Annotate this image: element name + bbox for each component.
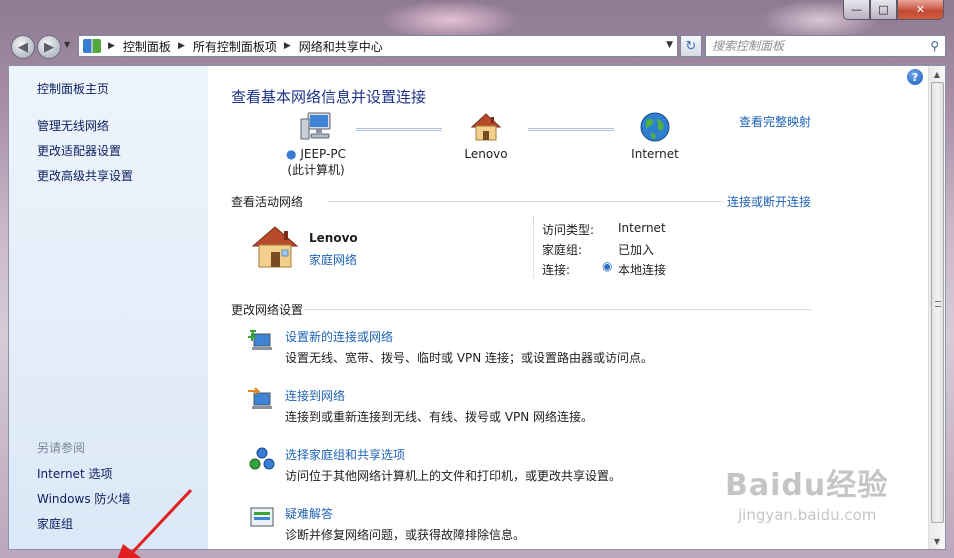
search-input[interactable] [712, 39, 912, 53]
homegroup-label: 家庭组: [542, 243, 583, 257]
minimize-button[interactable]: — [843, 0, 870, 20]
annotation-arrow [117, 488, 193, 558]
homegroup-value-link[interactable]: 已加入 [618, 241, 654, 258]
address-dropdown-icon[interactable]: ▼ [666, 40, 673, 50]
recent-pages-dropdown-icon[interactable]: ▼ [64, 40, 70, 49]
task-description: 设置无线、宽带、拨号、临时或 VPN 连接；或设置路由器或访问点。 [285, 351, 654, 365]
task-link[interactable]: 连接到网络 [285, 387, 345, 404]
refresh-icon: ↻ [685, 38, 697, 54]
search-icon[interactable]: ⚲ [930, 39, 939, 53]
task-description: 诊断并修复网络问题，或获得故障排除信息。 [285, 528, 526, 542]
access-type-label: 访问类型: [542, 223, 595, 237]
ethernet-icon: ◉ [602, 259, 613, 273]
task-link[interactable]: 疑难解答 [285, 505, 333, 522]
section-divider [328, 201, 723, 202]
computer-icon [300, 112, 331, 140]
watermark-url: jingyan.baidu.com [738, 506, 877, 524]
map-node-lenovo[interactable]: Lenovo [446, 111, 526, 161]
globe-icon [640, 112, 670, 142]
map-connector [528, 128, 614, 131]
scroll-down-icon[interactable]: ▼ [929, 533, 945, 549]
lenovo-node-label: Lenovo [464, 147, 508, 161]
vertical-scrollbar[interactable]: ▲ ▼ [928, 66, 945, 549]
scroll-grip-icon [935, 301, 941, 307]
connect-disconnect-link[interactable]: 连接或断开连接 [727, 193, 811, 210]
sidebar-item-sharing[interactable]: 更改高级共享设置 [37, 167, 133, 184]
scroll-thumb[interactable] [931, 82, 944, 523]
help-icon[interactable]: ? [907, 69, 923, 85]
back-button[interactable]: ◀ [11, 35, 35, 59]
connect-network-icon [248, 387, 272, 409]
house-icon [470, 113, 502, 141]
map-node-computer[interactable]: ● JEEP-PC (此计算机) [276, 111, 356, 178]
section-divider [304, 309, 811, 310]
watermark-logo: Baidu经验 [725, 468, 889, 503]
forward-button[interactable]: ▶ [37, 35, 61, 59]
computer-name-text: JEEP-PC [300, 147, 346, 161]
breadcrumb-separator-icon[interactable]: ▶ [284, 41, 291, 51]
network-name: Lenovo [309, 231, 358, 245]
breadcrumb-separator-icon[interactable]: ▶ [108, 41, 115, 51]
close-button[interactable]: ✕ [897, 0, 944, 20]
change-settings-heading: 更改网络设置 [231, 303, 304, 317]
active-networks-heading: 查看活动网络 [231, 195, 304, 209]
task-description: 连接到或重新连接到无线、有线、拨号或 VPN 网络连接。 [285, 410, 594, 424]
map-connector [356, 128, 442, 131]
computer-sub: (此计算机) [287, 163, 345, 177]
forward-arrow-icon: ▶ [44, 39, 54, 55]
task-description: 访问位于其他网络计算机上的文件和打印机，或更改共享设置。 [285, 469, 622, 483]
homegroup-sharing-icon [249, 447, 275, 470]
access-type-value: Internet [618, 221, 666, 235]
see-also-heading: 另请参阅 [37, 441, 86, 455]
connections-label: 连接: [542, 263, 571, 277]
breadcrumb-network-center[interactable]: 网络和共享中心 [299, 38, 383, 55]
vertical-divider [533, 216, 534, 278]
sidebar: 控制面板主页 管理无线网络 更改适配器设置 更改高级共享设置 另请参阅 Inte… [9, 66, 208, 549]
computer-name: ● JEEP-PC [286, 147, 346, 161]
task-link[interactable]: 选择家庭组和共享选项 [285, 446, 405, 463]
view-full-map-link[interactable]: 查看完整映射 [739, 113, 811, 130]
scroll-up-icon[interactable]: ▲ [929, 66, 945, 82]
refresh-button[interactable]: ↻ [680, 35, 702, 57]
breadcrumb-separator-icon[interactable]: ▶ [178, 41, 185, 51]
maximize-button[interactable]: □ [870, 0, 897, 20]
network-type-link[interactable]: 家庭网络 [309, 251, 357, 268]
caption-buttons: — □ ✕ [843, 0, 944, 20]
address-bar[interactable]: ▶ 控制面板 ▶ 所有控制面板项 ▶ 网络和共享中心 ▼ [78, 35, 678, 57]
sidebar-item-home[interactable]: 控制面板主页 [37, 80, 109, 97]
sidebar-item-adapter[interactable]: 更改适配器设置 [37, 142, 121, 159]
local-connection-link[interactable]: 本地连接 [618, 261, 666, 278]
control-panel-icon [83, 39, 101, 53]
breadcrumb-control-panel[interactable]: 控制面板 [123, 38, 171, 55]
navigation-bar: ◀ ▶ ▼ ▶ 控制面板 ▶ 所有控制面板项 ▶ 网络和共享中心 ▼ ↻ ⚲ [8, 32, 946, 60]
new-connection-icon [248, 330, 272, 350]
home-network-icon [251, 226, 299, 268]
sidebar-item-homegroup[interactable]: 家庭组 [37, 515, 73, 532]
search-box[interactable]: ⚲ [705, 35, 946, 57]
map-node-internet[interactable]: Internet [615, 111, 695, 161]
task-link[interactable]: 设置新的连接或网络 [285, 328, 393, 345]
internet-node-label: Internet [631, 147, 679, 161]
back-arrow-icon: ◀ [18, 39, 28, 55]
page-title: 查看基本网络信息并设置连接 [231, 88, 427, 106]
troubleshoot-icon [250, 507, 274, 527]
breadcrumb-all-items[interactable]: 所有控制面板项 [193, 38, 277, 55]
sidebar-item-internet-options[interactable]: Internet 选项 [37, 465, 112, 482]
sidebar-item-wireless[interactable]: 管理无线网络 [37, 117, 109, 134]
